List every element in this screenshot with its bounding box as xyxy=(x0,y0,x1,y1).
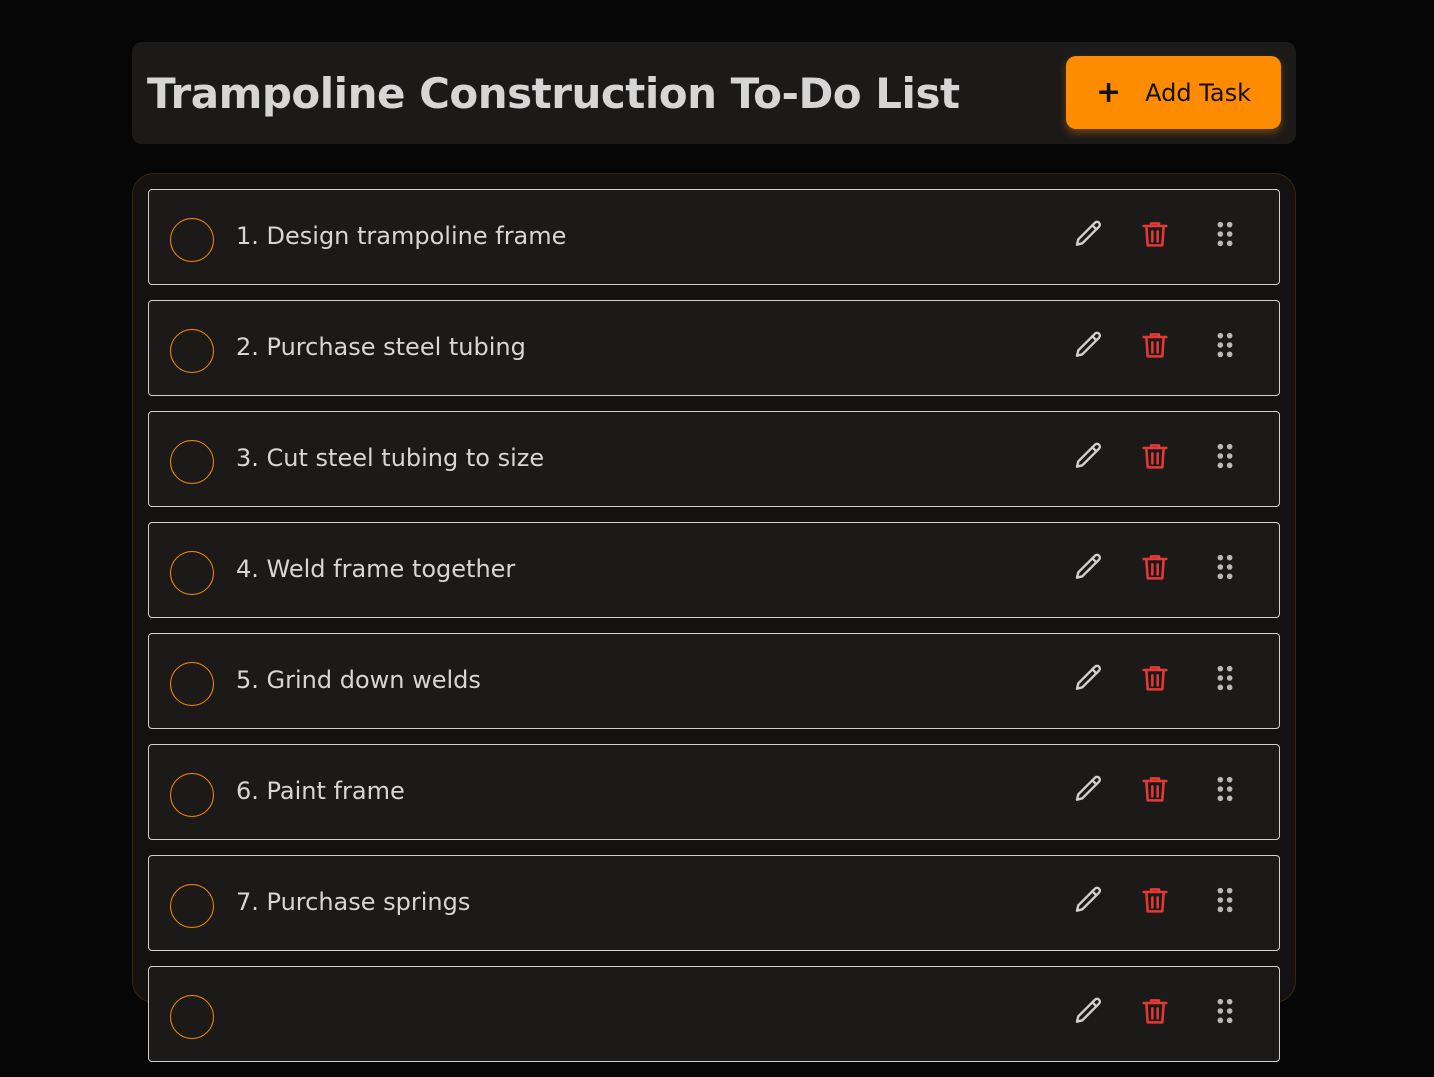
task-list-panel: 1. Design trampoline frame 2. Purchase st… xyxy=(132,173,1296,1062)
header: Trampoline Construction To-Do List + Add… xyxy=(132,42,1296,144)
task-label: 2. Purchase steel tubing xyxy=(236,333,526,361)
task-checkbox[interactable] xyxy=(170,995,214,1039)
task-label: 5. Grind down welds xyxy=(236,666,481,694)
task-item[interactable]: 3. Cut steel tubing to size xyxy=(148,411,1280,507)
add-task-button[interactable]: + Add Task xyxy=(1066,56,1281,129)
drag-handle-icon[interactable] xyxy=(1209,329,1241,361)
task-checkbox[interactable] xyxy=(170,218,214,262)
drag-handle-icon[interactable] xyxy=(1209,995,1241,1027)
task-item[interactable]: 1. Design trampoline frame xyxy=(148,189,1280,285)
add-task-label: Add Task xyxy=(1145,78,1252,107)
pencil-icon[interactable] xyxy=(1073,773,1105,805)
task-item[interactable]: 2. Purchase steel tubing xyxy=(148,300,1280,396)
task-label: 3. Cut steel tubing to size xyxy=(236,444,545,472)
trash-icon[interactable] xyxy=(1139,662,1171,694)
drag-handle-icon[interactable] xyxy=(1209,884,1241,916)
drag-handle-icon[interactable] xyxy=(1209,218,1241,250)
pencil-icon[interactable] xyxy=(1073,662,1105,694)
trash-icon[interactable] xyxy=(1139,884,1171,916)
trash-icon[interactable] xyxy=(1139,551,1171,583)
pencil-icon[interactable] xyxy=(1073,884,1105,916)
task-item[interactable] xyxy=(148,966,1280,1062)
trash-icon[interactable] xyxy=(1139,218,1171,250)
task-checkbox[interactable] xyxy=(170,551,214,595)
pencil-icon[interactable] xyxy=(1073,551,1105,583)
task-checkbox[interactable] xyxy=(170,440,214,484)
task-item[interactable]: 6. Paint frame xyxy=(148,744,1280,840)
task-item[interactable]: 7. Purchase springs xyxy=(148,855,1280,951)
task-label: 1. Design trampoline frame xyxy=(236,222,567,250)
drag-handle-icon[interactable] xyxy=(1209,551,1241,583)
trash-icon[interactable] xyxy=(1139,440,1171,472)
page-title: Trampoline Construction To-Do List xyxy=(147,69,960,118)
pencil-icon[interactable] xyxy=(1073,218,1105,250)
task-label: 6. Paint frame xyxy=(236,777,405,805)
drag-handle-icon[interactable] xyxy=(1209,440,1241,472)
drag-handle-icon[interactable] xyxy=(1209,773,1241,805)
task-item[interactable]: 5. Grind down welds xyxy=(148,633,1280,729)
pencil-icon[interactable] xyxy=(1073,329,1105,361)
pencil-icon[interactable] xyxy=(1073,995,1105,1027)
drag-handle-icon[interactable] xyxy=(1209,662,1241,694)
plus-icon: + xyxy=(1095,74,1122,110)
task-checkbox[interactable] xyxy=(170,662,214,706)
trash-icon[interactable] xyxy=(1139,329,1171,361)
task-label: 4. Weld frame together xyxy=(236,555,516,583)
task-label: 7. Purchase springs xyxy=(236,888,471,916)
trash-icon[interactable] xyxy=(1139,773,1171,805)
task-list: 1. Design trampoline frame 2. Purchase st… xyxy=(148,189,1280,1077)
task-checkbox[interactable] xyxy=(170,329,214,373)
pencil-icon[interactable] xyxy=(1073,440,1105,472)
task-checkbox[interactable] xyxy=(170,884,214,928)
task-checkbox[interactable] xyxy=(170,773,214,817)
trash-icon[interactable] xyxy=(1139,995,1171,1027)
task-item[interactable]: 4. Weld frame together xyxy=(148,522,1280,618)
